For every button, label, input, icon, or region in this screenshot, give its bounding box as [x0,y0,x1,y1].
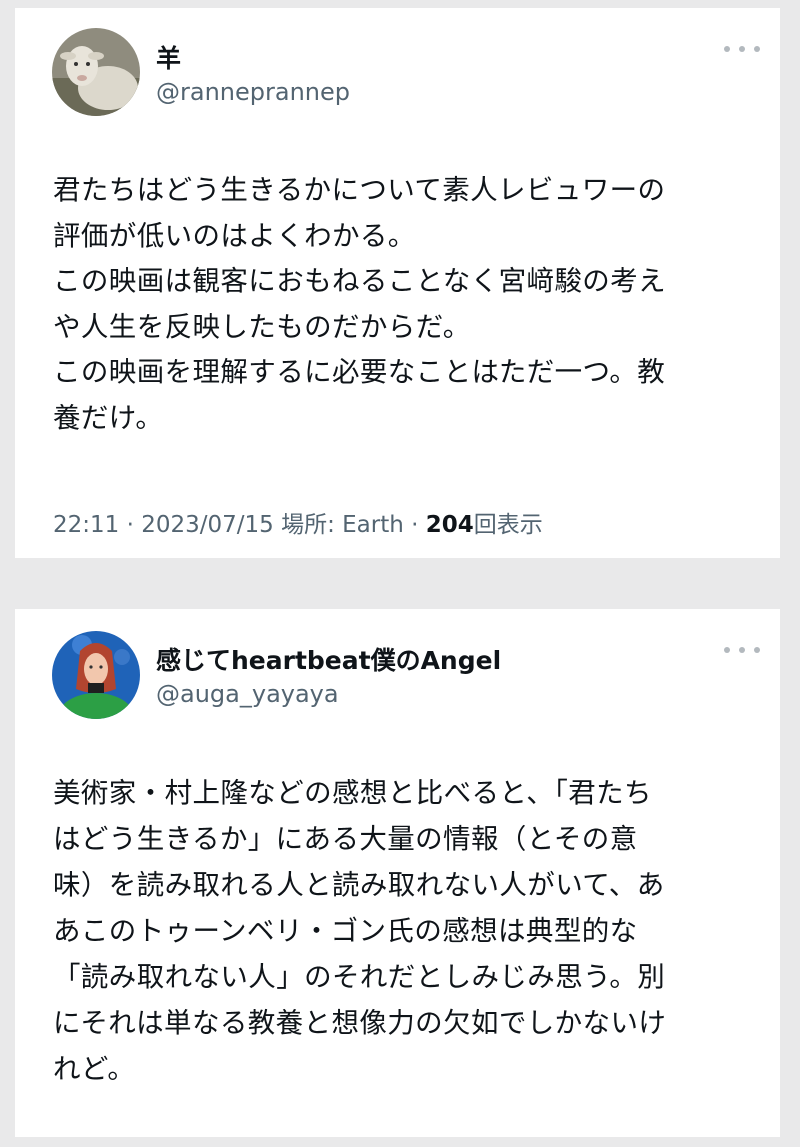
tweet-text-line: はどう生きるか」にある大量の情報（とその意 [53,823,638,855]
more-options-icon[interactable] [724,637,760,663]
tweet-text-line: にそれは単なる教養と想像力の欠如でしかないけ [53,1007,667,1039]
timestamp-location[interactable]: 22:11 · 2023/07/15 場所: Earth · [53,512,426,538]
avatar[interactable] [52,28,140,116]
tweet-card[interactable]: 感じてheartbeat僕のAngel @auga_yayaya 美術家・村上隆… [15,609,780,1137]
tweet-metadata: 22:11 · 2023/07/15 場所: Earth · 204回表示 [53,505,543,539]
display-name[interactable]: 羊 [156,39,181,75]
tweet-card[interactable]: 羊 @ranneprannep 君たちはどう生きるかについて素人レビュワーの 評… [15,8,780,558]
view-count: 204 [425,512,474,538]
user-handle[interactable]: @ranneprannep [156,78,350,106]
tweet-text-line: この映画は観客におもねることなく宮﨑駿の考え [53,265,666,298]
tweet-text-line: 君たちはどう生きるかについて素人レビュワーの [53,174,666,206]
tweet-text-line: 「読み取れない人」のそれだとしみじみ思う。別 [53,961,666,993]
tweet-text-line: 味）を読み取れる人と読み取れない人がいて、あ [53,869,665,901]
user-handle[interactable]: @auga_yayaya [156,680,339,708]
display-name[interactable]: 感じてheartbeat僕のAngel [156,641,501,677]
tweet-text-line: 養だけ。 [53,401,164,434]
tweet-text-line: 評価が低いのはよくわかる。 [53,219,416,252]
view-label: 回表示 [473,512,543,538]
tweet-text-line: れど。 [53,1053,136,1085]
tweet-text-line: あこのトゥーンベリ・ゴン氏の感想は典型的な [53,915,638,947]
tweet-text: 君たちはどう生きるかについて素人レビュワーの 評価が低いのはよくわかる。 この映… [53,168,763,442]
tweet-text-line: や人生を反映したものだからだ。 [53,310,471,343]
more-options-icon[interactable] [724,36,760,62]
tweet-text-line: この映画を理解するに必要なことはただ一つ。教 [53,356,666,389]
avatar[interactable] [52,631,140,719]
tweet-text-line: 美術家・村上隆などの感想と比べると、「君たち [53,777,652,809]
tweet-text: 美術家・村上隆などの感想と比べると、「君たち はどう生きるか」にある大量の情報（… [53,770,763,1092]
